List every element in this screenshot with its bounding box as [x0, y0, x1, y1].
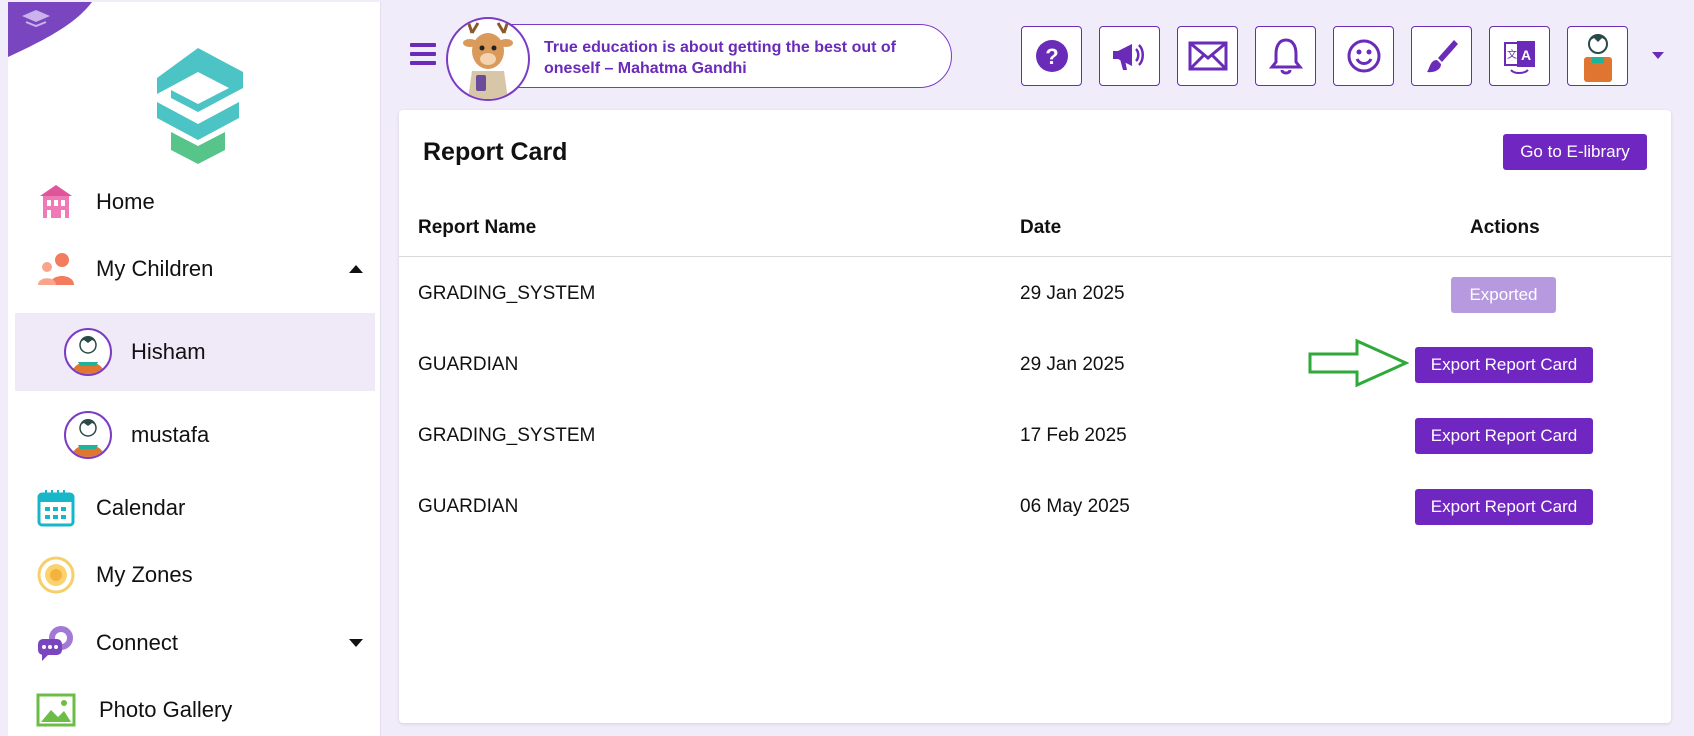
nav-connect-label: Connect	[96, 630, 178, 655]
child-name-label: mustafa	[131, 422, 210, 447]
hamburger-menu-icon[interactable]	[410, 43, 436, 65]
profile-dropdown-icon[interactable]	[1652, 52, 1664, 59]
deer-mascot-icon	[446, 17, 530, 101]
calendar-icon	[36, 488, 76, 528]
row-date: 17 Feb 2025	[1020, 425, 1127, 446]
svg-text:?: ?	[1045, 44, 1058, 69]
svg-text:文: 文	[1507, 48, 1517, 61]
export-report-card-button[interactable]: Export Report Card	[1415, 489, 1593, 525]
app-logo	[157, 48, 243, 164]
page-title: Report Card	[423, 138, 568, 166]
row-date: 29 Jan 2025	[1020, 354, 1125, 375]
child-name-label: Hisham	[131, 339, 206, 364]
zones-icon	[36, 555, 76, 595]
row-report-name: GRADING_SYSTEM	[418, 283, 596, 304]
row-report-name: GRADING_SYSTEM	[418, 425, 596, 446]
green-arrow-annotation-icon	[1308, 338, 1409, 388]
children-icon	[36, 249, 76, 289]
child-avatar-icon	[64, 411, 112, 459]
help-icon: ?	[1035, 40, 1068, 72]
messages-button[interactable]	[1177, 26, 1238, 86]
export-report-card-button[interactable]: Export Report Card	[1415, 418, 1593, 454]
nav-photo-gallery-label: Photo Gallery	[99, 697, 233, 722]
column-header-date: Date	[1020, 217, 1062, 238]
nav-my-children-label: My Children	[96, 256, 214, 281]
nav-my-children[interactable]: My Children	[8, 239, 381, 299]
nav-home[interactable]: Home	[8, 172, 381, 232]
row-date: 06 May 2025	[1020, 496, 1130, 517]
row-report-name: GUARDIAN	[418, 496, 519, 517]
smiley-icon	[1347, 39, 1380, 73]
quote-banner: True education is about getting the best…	[446, 17, 952, 101]
child-item-hisham[interactable]: Hisham	[15, 313, 375, 391]
home-icon	[36, 182, 76, 222]
theme-button[interactable]	[1411, 26, 1472, 86]
nav-calendar-label: Calendar	[96, 495, 186, 520]
nav-calendar[interactable]: Calendar	[8, 478, 381, 538]
help-button[interactable]: ?	[1021, 26, 1082, 86]
chevron-up-icon[interactable]	[349, 265, 363, 273]
svg-text:A: A	[1520, 47, 1530, 63]
mood-button[interactable]	[1333, 26, 1394, 86]
column-header-report-name: Report Name	[418, 217, 537, 238]
nav-my-zones-label: My Zones	[96, 562, 193, 587]
nav-home-label: Home	[96, 189, 155, 214]
language-button[interactable]: A文	[1489, 26, 1550, 86]
bell-icon	[1268, 38, 1303, 75]
row-report-name: GUARDIAN	[418, 354, 519, 375]
announcements-button[interactable]	[1099, 26, 1160, 86]
row-date: 29 Jan 2025	[1020, 283, 1125, 304]
export-report-card-button[interactable]: Export Report Card	[1415, 347, 1593, 383]
report-card-panel: Report Card Go to E-library Report Name …	[399, 110, 1671, 723]
paintbrush-icon	[1426, 40, 1458, 73]
exported-button[interactable]: Exported	[1451, 277, 1556, 313]
go-to-elibrary-button[interactable]: Go to E-library	[1503, 134, 1647, 170]
child-avatar-icon	[64, 328, 112, 376]
nav-connect[interactable]: Connect	[8, 613, 381, 673]
profile-button[interactable]	[1567, 26, 1628, 86]
column-header-actions: Actions	[1470, 217, 1540, 238]
connect-chat-icon	[36, 623, 76, 663]
quote-text: True education is about getting the best…	[544, 39, 896, 77]
child-item-mustafa[interactable]: mustafa	[15, 396, 375, 474]
translate-icon: A文	[1503, 41, 1535, 74]
photo-gallery-icon	[36, 690, 76, 730]
chevron-down-icon[interactable]	[349, 639, 363, 647]
sidebar: Home My Children Hisham mustafa Calendar…	[8, 2, 381, 736]
nav-my-zones[interactable]: My Zones	[8, 545, 381, 605]
mail-icon	[1188, 41, 1227, 71]
corner-tab-icon[interactable]	[8, 2, 92, 57]
notifications-button[interactable]	[1255, 26, 1316, 86]
profile-avatar-icon	[1583, 34, 1612, 82]
megaphone-icon	[1112, 44, 1144, 70]
table-header-divider	[399, 256, 1671, 257]
nav-photo-gallery[interactable]: Photo Gallery	[8, 680, 381, 736]
